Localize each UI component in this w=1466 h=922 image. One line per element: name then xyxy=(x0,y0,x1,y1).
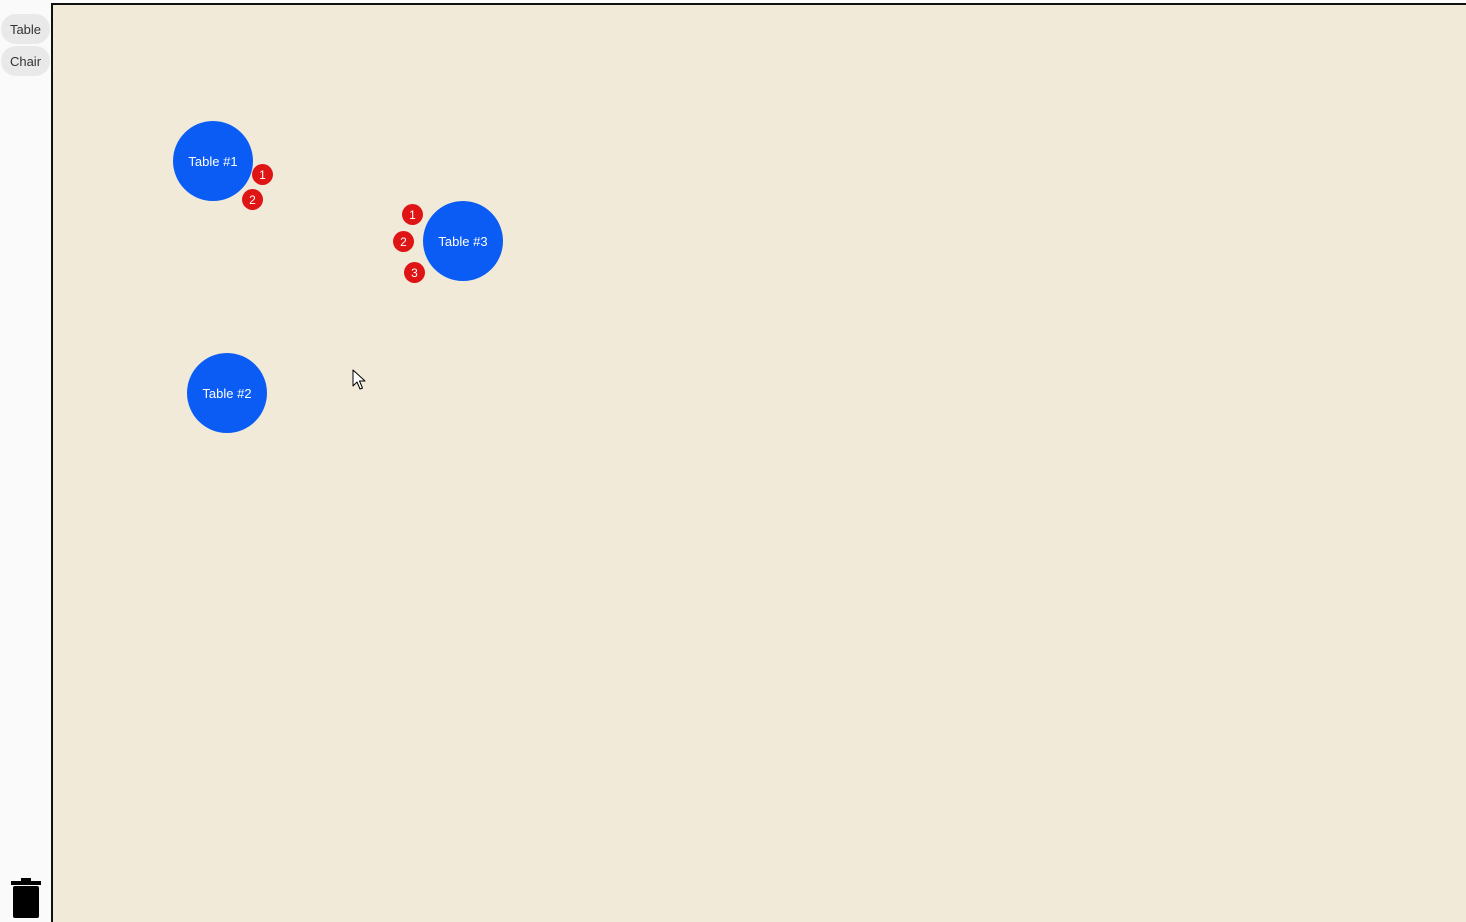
table-1-chair-2[interactable]: 2 xyxy=(242,189,263,210)
table-3[interactable]: Table #3 xyxy=(423,201,503,281)
trash-icon[interactable] xyxy=(10,878,42,918)
table-3-chair-1[interactable]: 1 xyxy=(402,204,423,225)
add-table-button[interactable]: Table xyxy=(1,14,50,44)
table-1[interactable]: Table #1 xyxy=(173,121,253,201)
table-3-chair-3[interactable]: 3 xyxy=(404,262,425,283)
floor-plan-canvas[interactable]: Table #1 1 2 Table #3 1 2 3 Table #2 xyxy=(51,3,1466,922)
sidebar-toolbox: Table Chair xyxy=(0,0,52,922)
add-chair-button[interactable]: Chair xyxy=(1,46,50,76)
table-2[interactable]: Table #2 xyxy=(187,353,267,433)
table-1-chair-1[interactable]: 1 xyxy=(252,164,273,185)
table-3-chair-2[interactable]: 2 xyxy=(393,231,414,252)
